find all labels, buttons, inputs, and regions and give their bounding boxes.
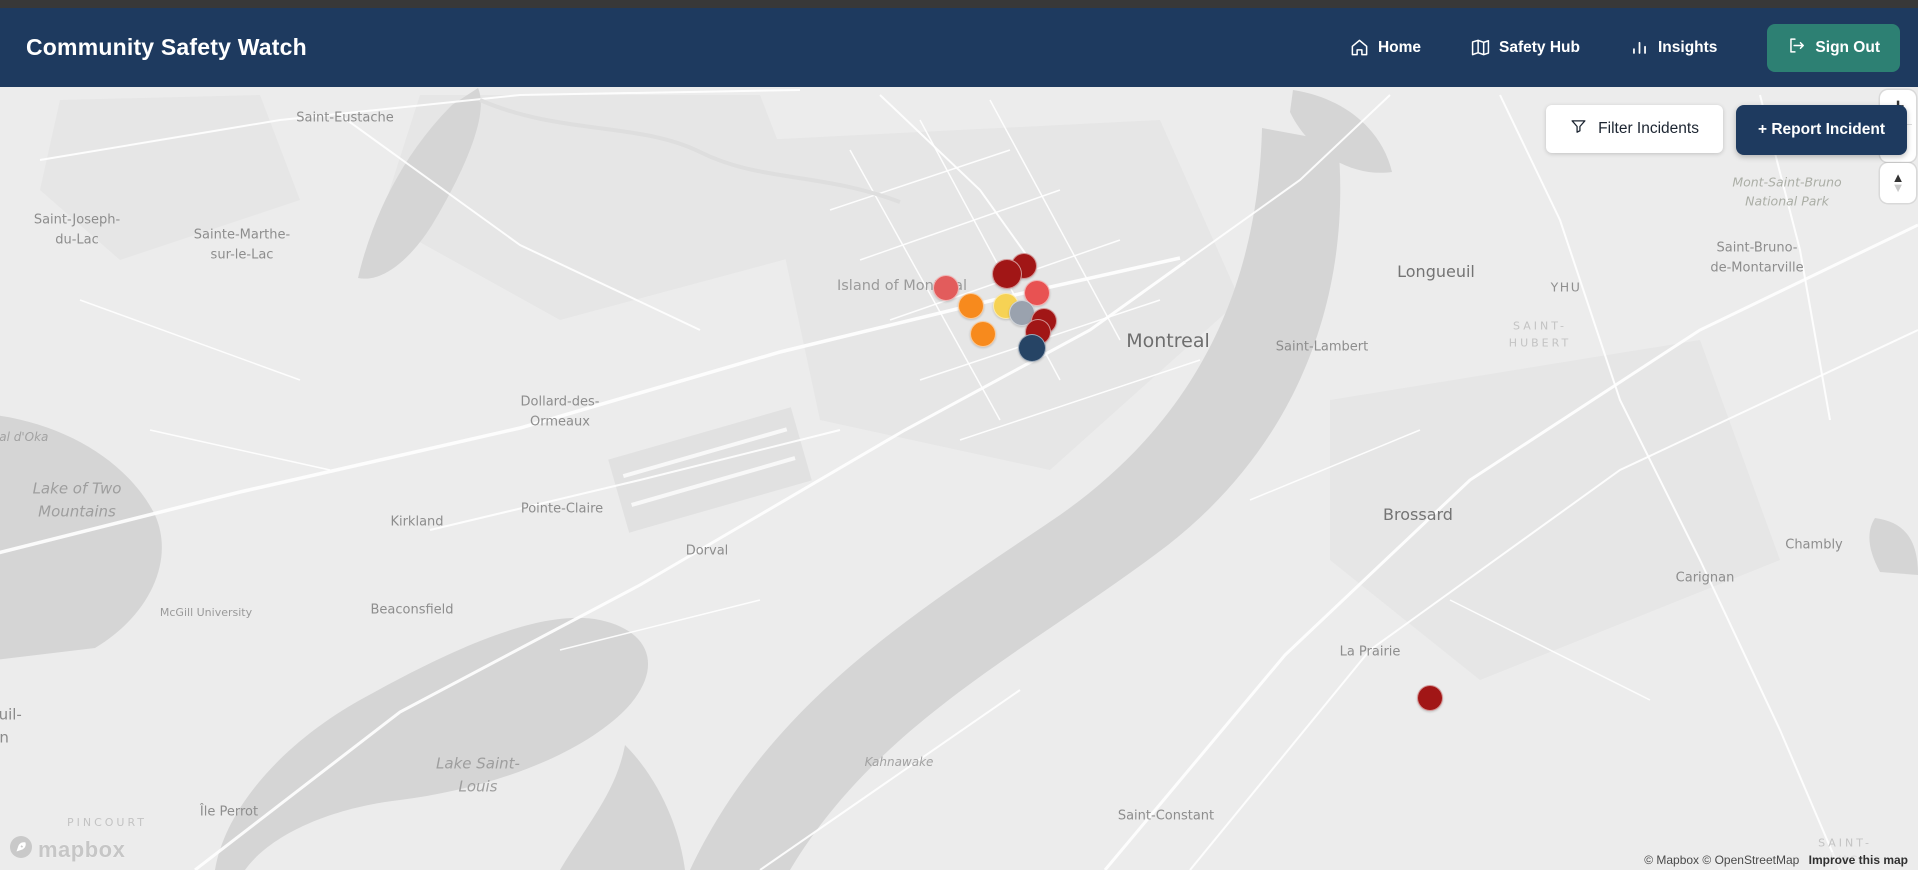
app-header: Community Safety Watch Home Safety Hub I… [0, 8, 1918, 87]
mapbox-wordmark: mapbox [38, 836, 126, 862]
attribution-mapbox-link[interactable]: © Mapbox [1644, 853, 1699, 867]
mapbox-logo-icon [8, 834, 34, 865]
logout-icon [1787, 36, 1806, 60]
incident-marker[interactable] [958, 293, 984, 319]
nav-item-label: Home [1377, 38, 1422, 56]
nav-item-home[interactable]: Home [1350, 38, 1421, 57]
map-canvas[interactable] [0, 87, 1918, 870]
incident-marker[interactable] [1018, 334, 1046, 362]
sign-out-button[interactable]: Sign Out [1767, 23, 1900, 72]
map-attribution: © Mapbox © OpenStreetMap Improve this ma… [1640, 852, 1912, 868]
app-title: Community Safety Watch [26, 34, 307, 60]
report-incident-label: + Report Incident [1757, 121, 1885, 138]
nav-item-insights[interactable]: Insights [1630, 38, 1717, 57]
nav-item-safety-hub[interactable]: Safety Hub [1471, 38, 1580, 57]
attribution-osm-link[interactable]: © OpenStreetMap [1702, 853, 1799, 867]
improve-map-link[interactable]: Improve this map [1809, 853, 1908, 867]
incident-marker[interactable] [992, 259, 1022, 289]
filter-incidents-label: Filter Incidents [1598, 120, 1699, 137]
nav-item-label: Insights [1658, 38, 1718, 56]
nav-item-label: Safety Hub [1499, 38, 1580, 56]
incident-marker[interactable] [933, 275, 959, 301]
map-viewport[interactable]: Saint-Eustache Saint-Joseph- du-Lac Sainte… [0, 87, 1918, 870]
funnel-icon [1570, 118, 1587, 140]
bar-chart-icon [1630, 38, 1649, 57]
mapbox-logo[interactable]: mapbox [8, 834, 125, 865]
map-icon [1471, 38, 1490, 57]
home-icon [1350, 38, 1369, 57]
incident-marker[interactable] [1417, 685, 1443, 711]
incident-marker[interactable] [970, 321, 996, 347]
compass-south-icon: ▼ [1891, 180, 1905, 195]
main-nav: Home Safety Hub Insights Sign Out [1350, 23, 1900, 72]
sign-out-label: Sign Out [1815, 38, 1880, 56]
map-action-buttons: Filter Incidents + Report Incident [1546, 105, 1907, 155]
browser-chrome-strip [0, 0, 1918, 8]
compass-control[interactable]: ▲ ▼ [1880, 163, 1916, 203]
report-incident-button[interactable]: + Report Incident [1735, 105, 1907, 155]
filter-incidents-button[interactable]: Filter Incidents [1546, 105, 1723, 153]
